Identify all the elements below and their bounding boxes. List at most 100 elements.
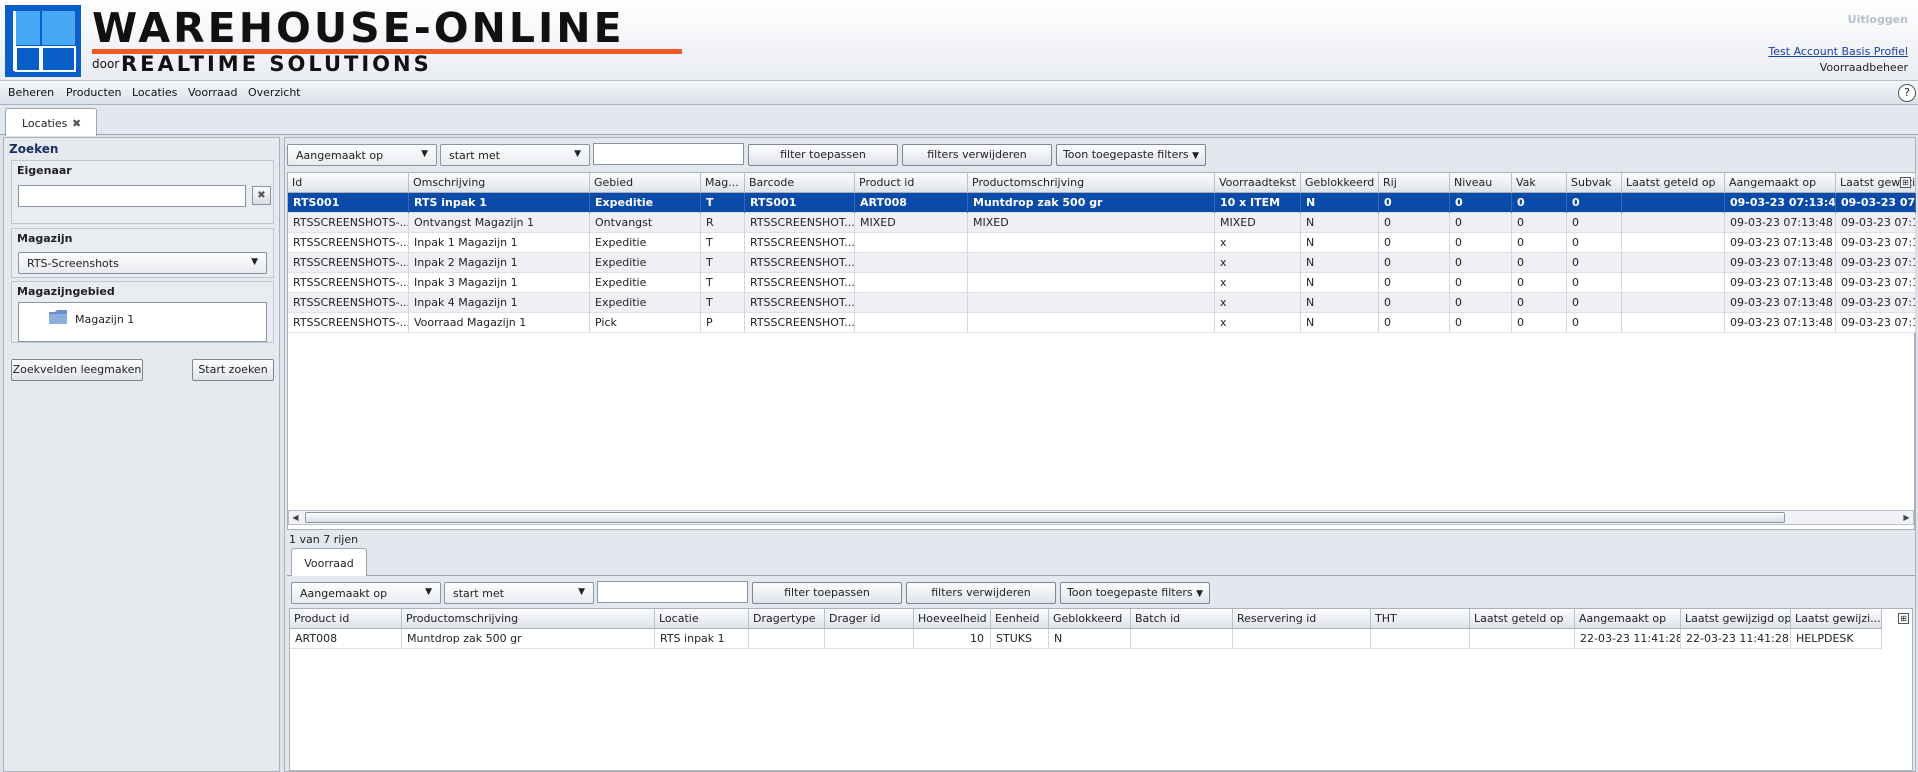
column-header[interactable]: Hoeveelheid <box>914 609 991 629</box>
table-cell: 0 <box>1512 193 1567 213</box>
table-cell: RTSSCREENSHOTS-... <box>288 293 409 313</box>
table-row[interactable]: RTSSCREENSHOTS-... Inpak 3 Magazijn 1 Expe… <box>288 273 1916 293</box>
table-cell <box>1371 629 1470 649</box>
table-row[interactable]: RTSSCREENSHOTS-... Inpak 2 Magazijn 1 Expe… <box>288 253 1916 273</box>
stock-columns-menu-icon[interactable]: ⊞ <box>1898 613 1909 624</box>
table-row[interactable]: RTSSCREENSHOTS-... Voorraad Magazijn 1 Pic… <box>288 313 1916 333</box>
owner-input[interactable] <box>18 185 246 207</box>
column-header[interactable]: Laatst gewijzi... <box>1791 609 1882 629</box>
table-cell: Inpak 4 Magazijn 1 <box>409 293 590 313</box>
table-cell <box>968 273 1215 293</box>
tab-locaties[interactable]: Locaties ✖ <box>5 108 97 136</box>
column-header[interactable]: Omschrijving <box>409 173 590 193</box>
stock-filter-field-value: Aangemaakt op <box>300 587 388 600</box>
table-row[interactable]: ART008 Muntdrop zak 500 gr RTS inpak 1 10 ST… <box>290 629 1882 649</box>
close-icon[interactable]: ✖ <box>72 117 81 130</box>
warehouse-select[interactable]: RTS-Screenshots ▼ <box>18 252 267 274</box>
table-cell: Muntdrop zak 500 gr <box>402 629 655 649</box>
column-header[interactable]: Dragertype <box>749 609 825 629</box>
column-header[interactable]: Eenheid <box>991 609 1049 629</box>
column-header[interactable]: Batch id <box>1131 609 1233 629</box>
remove-filters-button[interactable]: filters verwijderen <box>902 144 1052 166</box>
table-row[interactable]: RTSSCREENSHOTS-... Ontvangst Magazijn 1 On… <box>288 213 1916 233</box>
table-row[interactable]: RTSSCREENSHOTS-... Inpak 1 Magazijn 1 Expe… <box>288 233 1916 253</box>
show-filters-label: Toon toegepaste filters <box>1062 148 1189 161</box>
scroll-right-icon[interactable]: ▶ <box>1900 511 1913 524</box>
logout-link[interactable]: Uitloggen <box>1848 13 1908 26</box>
account-profile-link[interactable]: Test Account Basis Profiel <box>1768 45 1908 58</box>
area-tree-item[interactable]: Magazijn 1 <box>75 313 134 326</box>
tab-voorraad[interactable]: Voorraad <box>291 548 367 576</box>
folder-icon <box>49 310 67 324</box>
columns-menu-icon[interactable]: ⊞ <box>1900 177 1911 188</box>
menu-locaties[interactable]: Locaties <box>132 86 177 99</box>
column-header[interactable]: Mag... <box>701 173 745 193</box>
column-header[interactable]: Gebied <box>590 173 701 193</box>
stock-filter-operator-select[interactable]: start met ▼ <box>444 582 594 604</box>
table-cell <box>1131 629 1233 649</box>
column-header[interactable]: Product id <box>855 173 968 193</box>
filter-value-input[interactable] <box>593 143 744 165</box>
start-search-button[interactable]: Start zoeken <box>192 359 274 381</box>
table-cell: RTSSCREENSHOT... <box>745 233 855 253</box>
apply-filter-button[interactable]: filter toepassen <box>748 144 898 166</box>
table-cell: STUKS <box>991 629 1049 649</box>
table-cell: T <box>701 233 745 253</box>
column-header[interactable]: Aangemaakt op <box>1725 173 1836 193</box>
column-header[interactable]: Productomschrijving <box>402 609 655 629</box>
column-header[interactable]: THT <box>1371 609 1470 629</box>
column-header[interactable]: Vak <box>1512 173 1567 193</box>
logo-door-text: door <box>92 57 120 71</box>
column-header[interactable]: Locatie <box>655 609 749 629</box>
column-header[interactable]: Product id <box>290 609 402 629</box>
scroll-thumb[interactable] <box>305 512 1785 523</box>
column-header[interactable]: Niveau <box>1450 173 1512 193</box>
filter-operator-value: start met <box>449 149 500 162</box>
stock-show-filters-button[interactable]: Toon toegepaste filters ▼ <box>1060 582 1210 604</box>
table-cell: 0 <box>1512 313 1567 333</box>
table-cell: 0 <box>1567 233 1622 253</box>
stock-apply-filter-button[interactable]: filter toepassen <box>752 582 902 604</box>
horizontal-scrollbar[interactable]: ◀ ▶ <box>288 510 1914 525</box>
stock-filter-operator-value: start met <box>453 587 504 600</box>
stock-remove-filters-button[interactable]: filters verwijderen <box>906 582 1056 604</box>
column-header[interactable]: Laatst geteld op <box>1470 609 1575 629</box>
table-row[interactable]: RTSSCREENSHOTS-... Inpak 4 Magazijn 1 Expe… <box>288 293 1916 313</box>
area-label: Magazijngebied <box>17 285 115 298</box>
stock-filter-field-select[interactable]: Aangemaakt op ▼ <box>291 582 441 604</box>
content-panel: Aangemaakt op ▼ start met ▼ filter toepa… <box>284 137 1916 772</box>
column-header[interactable]: Laatst gewijzigd op <box>1681 609 1791 629</box>
table-cell: T <box>701 293 745 313</box>
table-cell <box>855 293 968 313</box>
stock-filter-value-input[interactable] <box>597 581 748 603</box>
menu-overzicht[interactable]: Overzicht <box>248 86 301 99</box>
column-header[interactable]: Subvak <box>1567 173 1622 193</box>
table-cell: 0 <box>1567 293 1622 313</box>
table-cell: RTS001 <box>745 193 855 213</box>
column-header[interactable]: Voorraadtekst <box>1215 173 1301 193</box>
scroll-left-icon[interactable]: ◀ <box>289 511 302 524</box>
column-header[interactable]: Id <box>288 173 409 193</box>
filter-field-select[interactable]: Aangemaakt op ▼ <box>287 144 437 166</box>
column-header[interactable]: Reservering id <box>1233 609 1371 629</box>
column-header[interactable]: Productomschrijving <box>968 173 1215 193</box>
menu-producten[interactable]: Producten <box>66 86 122 99</box>
column-header[interactable]: Drager id <box>825 609 914 629</box>
help-icon[interactable]: ? <box>1898 84 1916 102</box>
column-header[interactable]: Laatst geteld op <box>1622 173 1725 193</box>
table-row[interactable]: RTS001 RTS inpak 1 Expeditie T RTS001 ART008 M… <box>288 193 1916 213</box>
table-cell: 09-03-23 07:13:48 <box>1725 293 1836 313</box>
column-header[interactable]: Geblokkeerd <box>1049 609 1131 629</box>
menu-beheren[interactable]: Beheren <box>8 86 54 99</box>
table-cell: MIXED <box>855 213 968 233</box>
show-filters-button[interactable]: Toon toegepaste filters ▼ <box>1056 144 1206 166</box>
column-header[interactable]: Geblokkeerd <box>1301 173 1379 193</box>
clear-fields-button[interactable]: Zoekvelden leegmaken <box>11 359 143 381</box>
filter-operator-select[interactable]: start met ▼ <box>440 144 590 166</box>
clear-owner-icon[interactable]: ✖ <box>252 186 271 205</box>
column-header[interactable]: Barcode <box>745 173 855 193</box>
column-header[interactable]: Rij <box>1379 173 1450 193</box>
menu-voorraad[interactable]: Voorraad <box>188 86 237 99</box>
subtab-divider <box>287 575 1915 576</box>
column-header[interactable]: Aangemaakt op <box>1575 609 1681 629</box>
